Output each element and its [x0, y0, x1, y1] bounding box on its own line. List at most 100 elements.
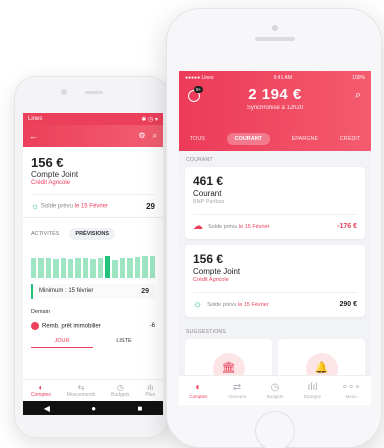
nav-label: Budgets — [266, 394, 284, 399]
search-icon[interactable]: ⌕ — [355, 89, 361, 102]
account-card[interactable]: 461 € Courant BNP Paribas ☁ Solde prévu … — [185, 167, 365, 239]
chart-bar — [127, 257, 133, 278]
nav-label: Budgets — [111, 392, 130, 398]
forecast-chart — [31, 250, 155, 278]
bottom-nav: ◐ Comptes ⇄ Virement ◷ Budgets ılıl Epargne … — [179, 375, 371, 405]
account-card[interactable]: 156 € Compte Joint Crédit Agricole ☼ Sol… — [185, 245, 365, 317]
cloud-icon: ☁ — [193, 221, 203, 232]
nav-comptes[interactable]: ◐ Comptes — [31, 383, 51, 398]
nav-label: Mouvements — [66, 392, 96, 398]
status-battery: 100% — [352, 75, 365, 81]
clock-icon: ◷ — [116, 383, 124, 392]
tab-epargne[interactable]: ÉPARGNE — [292, 136, 319, 142]
nav-label: Virement — [228, 394, 247, 399]
loan-label: Remb. prêt immobilier — [42, 323, 101, 330]
showcase: Lines ✱ ◷ ▾ ← ⚙ ⌕ 156 € Compte Joint Cré… — [0, 0, 384, 448]
chart-bar — [53, 258, 59, 278]
loan-value: -6 — [149, 323, 155, 329]
section-courant: COURANT — [186, 157, 213, 163]
minimum-label: Minimum : 15 février — [39, 288, 94, 294]
nav-budgets[interactable]: ◷ Budgets — [111, 383, 129, 398]
forecast-value: 29 — [146, 201, 155, 211]
nav-virement[interactable]: ⇄ Virement — [228, 382, 246, 399]
view-toggle: JOUR LISTE — [31, 335, 155, 348]
account-bank: Crédit Agricole — [31, 180, 71, 186]
chart-bar-selected[interactable] — [105, 255, 111, 278]
account-amount: 156 € — [193, 252, 224, 266]
toggle-liste[interactable]: LISTE — [93, 335, 155, 348]
loan-row[interactable]: Remb. prêt immobilier -6 — [23, 319, 163, 333]
header: ●●●●● Lines 9:41 AM 100% 9+ 2 194 € Sync… — [179, 71, 371, 151]
chart-bar — [60, 258, 67, 278]
sync-status: Synchronisé à 12h20 — [246, 105, 304, 111]
back-icon[interactable]: ◀ — [44, 404, 50, 413]
section-suggestions: SUGGESTIONS — [186, 329, 226, 335]
nav-menu[interactable]: ∘∘∘ Menu — [342, 382, 361, 399]
forecast-row: ☼ Solde prévu le 15 Février 290 € — [193, 292, 357, 310]
speaker — [255, 37, 295, 41]
toolbar: ← ⚙ ⌕ — [23, 125, 163, 147]
account-bank: BNP Paribas — [193, 199, 225, 205]
chart-bar — [75, 258, 81, 278]
tab-bar: ACTIVITÉS PRÉVISIONS — [23, 218, 163, 246]
tab-courant[interactable]: COURANT — [226, 133, 271, 145]
camera — [272, 25, 278, 31]
forecast-row: ☁ Solde prévu le 15 Février -176 € — [193, 214, 357, 232]
arrows-icon: ⇆ — [77, 383, 85, 392]
tab-credit[interactable]: CRÉDIT — [340, 136, 360, 142]
sun-icon: ☼ — [31, 201, 40, 211]
dots-icon: ∘∘∘ — [341, 382, 361, 393]
status-icons: ✱ ◷ ▾ — [141, 116, 158, 123]
chart-bar — [134, 257, 141, 278]
pie-icon: ◐ — [195, 382, 202, 393]
forecast-date: le 15 Février — [238, 301, 269, 308]
nav-label: Epargne — [304, 394, 322, 399]
toggle-jour[interactable]: JOUR — [31, 335, 93, 348]
tab-activites[interactable]: ACTIVITÉS — [31, 231, 59, 237]
chart-bar — [142, 256, 148, 278]
chart-bar — [119, 258, 126, 278]
status-bar: Lines ✱ ◷ ▾ — [23, 113, 163, 125]
home-icon[interactable]: ● — [91, 404, 96, 413]
home-button[interactable] — [255, 411, 295, 448]
forecast-row: ☼ Solde prévu le 15 Février 29 — [31, 194, 155, 211]
bell-icon: 🔔 — [314, 362, 329, 374]
bank-icon: 🏛 — [221, 362, 236, 374]
chart-bar — [31, 258, 37, 278]
tab-tous[interactable]: TOUS — [190, 136, 205, 142]
status-carrier: ●●●●● Lines — [185, 75, 214, 81]
nav-epargne[interactable]: ılıl Epargne — [304, 382, 321, 399]
nav-label: Plus — [145, 392, 156, 398]
settings-icon[interactable]: ⚙ — [138, 131, 145, 141]
account-bank: Crédit Agricole — [193, 277, 229, 283]
chart-icon: ılı — [147, 383, 154, 392]
chart-bar — [112, 259, 118, 278]
android-screen: Lines ✱ ◷ ▾ ← ⚙ ⌕ 156 € Compte Joint Cré… — [23, 113, 163, 415]
forecast-prefix: Solde prévu — [208, 223, 238, 230]
account-name: Compte Joint — [31, 170, 79, 179]
loan-icon — [31, 322, 39, 330]
android-phone: Lines ✱ ◷ ▾ ← ⚙ ⌕ 156 € Compte Joint Cré… — [14, 76, 170, 438]
forecast-prefix: Solde prévu — [207, 301, 237, 308]
forecast-value: 290 € — [339, 301, 357, 308]
tab-previsions[interactable]: PRÉVISIONS — [69, 228, 116, 240]
chart-bar — [97, 258, 104, 278]
search-icon[interactable]: ⌕ — [153, 131, 157, 141]
recents-icon[interactable]: ■ — [137, 404, 142, 413]
nav-comptes[interactable]: ◐ Comptes — [189, 382, 207, 399]
account-card[interactable]: 156 € Compte Joint Crédit Agricole ☼ Sol… — [23, 147, 163, 218]
status-bar: ●●●●● Lines 9:41 AM 100% — [179, 71, 371, 81]
nav-mouvements[interactable]: ⇆ Mouvements — [67, 383, 96, 398]
clock-icon: ◷ — [270, 382, 280, 393]
nav-label: Menu — [345, 394, 357, 399]
status-carrier: Lines — [28, 116, 43, 122]
account-name: Compte Joint — [193, 267, 241, 276]
account-filter-tabs: TOUS COURANT ÉPARGNE CRÉDIT — [179, 133, 371, 145]
back-arrow-icon[interactable]: ← — [29, 131, 38, 141]
account-amount: 461 € — [193, 174, 224, 188]
nav-budgets[interactable]: ◷ Budgets — [267, 382, 284, 399]
nav-plus[interactable]: ılı Plus — [145, 383, 155, 398]
nav-label: Comptes — [30, 392, 51, 398]
iphone-screen: ●●●●● Lines 9:41 AM 100% 9+ 2 194 € Sync… — [179, 71, 371, 405]
chart-bar — [82, 258, 89, 278]
